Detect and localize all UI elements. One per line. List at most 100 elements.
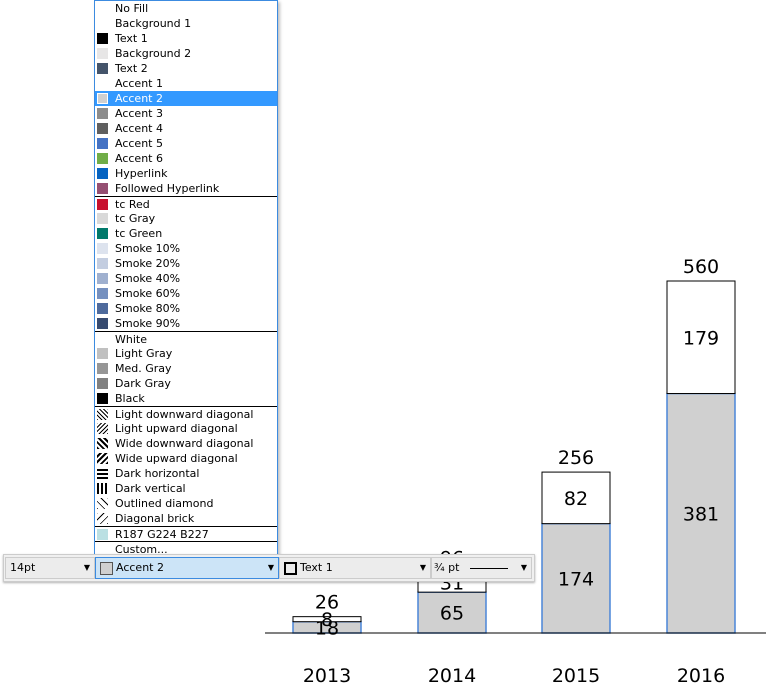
menu-item-tc-green[interactable]: tc Green	[95, 226, 277, 241]
menu-item-label: Smoke 60%	[115, 287, 181, 300]
menu-item-dark-gray[interactable]: Dark Gray	[95, 376, 277, 391]
menu-item-label: No Fill	[115, 2, 149, 15]
menu-item-med-gray[interactable]: Med. Gray	[95, 361, 277, 376]
category-label: 2014	[428, 665, 476, 684]
light-up-pattern-icon	[97, 423, 108, 434]
font-size-select[interactable]: 14pt ▼	[5, 557, 95, 579]
menu-item-accent-1[interactable]: Accent 1	[95, 76, 277, 91]
color-swatch	[97, 529, 108, 540]
total-label: 26	[315, 592, 339, 614]
menu-item-smoke-80[interactable]: Smoke 80%	[95, 301, 277, 316]
format-toolbar: 14pt ▼ Accent 2 ▼ Text 1 ▼ ¾ pt ▼	[3, 554, 535, 582]
color-swatch	[97, 363, 108, 374]
menu-item-label: Smoke 90%	[115, 317, 181, 330]
menu-item-background-2[interactable]: Background 2	[95, 46, 277, 61]
menu-item-accent-6[interactable]: Accent 6	[95, 151, 277, 166]
chevron-down-icon[interactable]: ▼	[420, 558, 426, 578]
menu-item-accent-4[interactable]: Accent 4	[95, 121, 277, 136]
menu-item-smoke-20[interactable]: Smoke 20%	[95, 256, 277, 271]
color-swatch	[97, 183, 108, 194]
menu-item-accent-3[interactable]: Accent 3	[95, 106, 277, 121]
menu-item-tc-red[interactable]: tc Red	[95, 196, 277, 211]
color-swatch	[97, 378, 108, 389]
menu-item-label: tc Green	[115, 227, 163, 240]
menu-item-label: tc Gray	[115, 212, 156, 225]
color-swatch	[97, 33, 108, 44]
menu-item-light-gray[interactable]: Light Gray	[95, 346, 277, 361]
menu-item-accent-5[interactable]: Accent 5	[95, 136, 277, 151]
data-label: 179	[683, 327, 719, 349]
menu-item-smoke-90[interactable]: Smoke 90%	[95, 316, 277, 331]
menu-item-light-downward-diagonal[interactable]: Light downward diagonal	[95, 406, 277, 421]
menu-item-label: Smoke 40%	[115, 272, 181, 285]
menu-item-light-upward-diagonal[interactable]: Light upward diagonal	[95, 421, 277, 436]
line-sample	[470, 568, 508, 569]
total-label: 560	[683, 256, 719, 278]
menu-item-wide-upward-diagonal[interactable]: Wide upward diagonal	[95, 451, 277, 466]
line-weight-value: ¾ pt	[434, 561, 460, 574]
color-swatch	[97, 63, 108, 74]
menu-item-background-1[interactable]: Background 1	[95, 16, 277, 31]
menu-item-hyperlink[interactable]: Hyperlink	[95, 166, 277, 181]
chevron-down-icon[interactable]: ▼	[268, 558, 274, 578]
menu-item-wide-downward-diagonal[interactable]: Wide downward diagonal	[95, 436, 277, 451]
dark-vertical-pattern-icon	[97, 483, 108, 494]
menu-item-label: Accent 5	[115, 137, 163, 150]
menu-item-outlined-diamond[interactable]: Outlined diamond	[95, 496, 277, 511]
color-swatch	[97, 48, 108, 59]
chevron-down-icon[interactable]: ▼	[84, 558, 90, 578]
menu-item-smoke-10[interactable]: Smoke 10%	[95, 241, 277, 256]
color-swatch	[97, 243, 108, 254]
menu-item-label: Med. Gray	[115, 362, 172, 375]
menu-item-label: Accent 4	[115, 122, 163, 135]
menu-item-no-fill[interactable]: No Fill	[95, 1, 277, 16]
menu-item-label: Text 1	[115, 32, 148, 45]
menu-item-label: Outlined diamond	[115, 497, 214, 510]
data-label: 174	[558, 568, 594, 590]
fill-color-value: Accent 2	[116, 561, 164, 574]
menu-item-text-2[interactable]: Text 2	[95, 61, 277, 76]
color-swatch	[97, 199, 108, 210]
menu-item-dark-horizontal[interactable]: Dark horizontal	[95, 466, 277, 481]
menu-item-accent-2[interactable]: Accent 2	[95, 91, 277, 106]
fill-swatch	[100, 562, 113, 575]
color-swatch	[97, 93, 108, 104]
menu-item-label: Accent 2	[115, 92, 163, 105]
menu-item-label: Dark horizontal	[115, 467, 200, 480]
menu-item-label: White	[115, 333, 147, 346]
data-label: 381	[683, 503, 719, 525]
category-label: 2015	[552, 665, 600, 684]
menu-item-label: Smoke 10%	[115, 242, 181, 255]
wide-down-pattern-icon	[97, 438, 108, 449]
line-color-select[interactable]: Text 1 ▼	[279, 557, 431, 579]
menu-item-white[interactable]: White	[95, 331, 277, 346]
menu-item-r187-g224-b227[interactable]: R187 G224 B227	[95, 526, 277, 541]
menu-item-black[interactable]: Black	[95, 391, 277, 406]
wide-up-pattern-icon	[97, 453, 108, 464]
menu-item-label: tc Red	[115, 198, 150, 211]
menu-item-label: Black	[115, 392, 145, 405]
line-color-value: Text 1	[300, 561, 333, 574]
menu-item-label: Followed Hyperlink	[115, 182, 220, 195]
color-swatch	[97, 108, 108, 119]
menu-item-label: Accent 1	[115, 77, 163, 90]
menu-item-smoke-40[interactable]: Smoke 40%	[95, 271, 277, 286]
menu-item-label: Diagonal brick	[115, 512, 195, 525]
menu-item-text-1[interactable]: Text 1	[95, 31, 277, 46]
chevron-down-icon[interactable]: ▼	[521, 558, 527, 578]
menu-item-label: Light upward diagonal	[115, 422, 238, 435]
line-swatch	[284, 562, 297, 575]
font-size-value: 14pt	[10, 561, 36, 574]
fill-color-dropdown-list[interactable]: No Fill Background 1 Text 1 Background 2 Tex…	[94, 0, 278, 559]
menu-item-followed-hyperlink[interactable]: Followed Hyperlink	[95, 181, 277, 196]
line-weight-select[interactable]: ¾ pt ▼	[431, 557, 532, 579]
menu-item-diagonal-brick[interactable]: Diagonal brick	[95, 511, 277, 526]
menu-item-label: Light Gray	[115, 347, 173, 360]
fill-color-select[interactable]: Accent 2 ▼	[95, 557, 279, 579]
menu-item-label: Hyperlink	[115, 167, 168, 180]
menu-item-smoke-60[interactable]: Smoke 60%	[95, 286, 277, 301]
menu-item-tc-gray[interactable]: tc Gray	[95, 211, 277, 226]
color-swatch	[97, 393, 108, 404]
menu-item-label: Dark vertical	[115, 482, 186, 495]
menu-item-dark-vertical[interactable]: Dark vertical	[95, 481, 277, 496]
